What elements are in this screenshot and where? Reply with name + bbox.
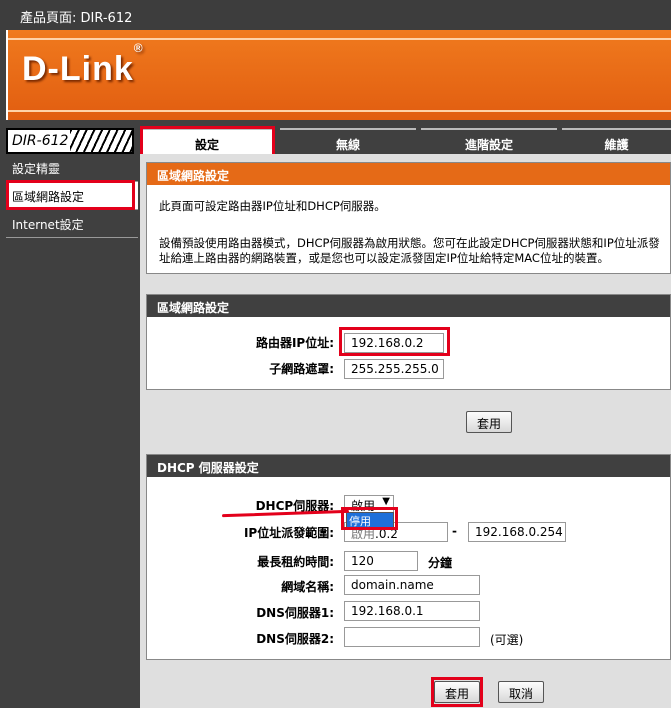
subnet-label: 子網路遮罩: xyxy=(269,362,334,376)
ip-range-end-input[interactable]: 192.168.0.254 xyxy=(468,522,566,542)
lease-unit: 分鐘 xyxy=(428,556,453,570)
domain-name-label: 網域名稱: xyxy=(281,580,334,594)
model-label: DIR-612 xyxy=(6,128,134,154)
dhcp-title: DHCP 伺服器設定 xyxy=(147,455,670,477)
dhcp-server-select[interactable]: 啟用 ▼ xyxy=(344,495,394,513)
content-area: 區域網路設定 此頁面可設定路由器IP位址和DHCP伺服器。 設備預設使用路由器模… xyxy=(140,154,671,708)
top-nav-tabs: 設定 無線 進階設定 維護 xyxy=(140,128,671,154)
tab-maintenance[interactable]: 維護 xyxy=(562,128,671,154)
dns1-input[interactable]: 192.168.0.1 xyxy=(344,601,480,621)
router-ip-input[interactable]: 192.168.0.2 xyxy=(344,333,444,353)
sidebar: 設定精靈 區域網路設定 Internet設定 xyxy=(6,154,138,708)
tab-advanced[interactable]: 進階設定 xyxy=(421,128,557,154)
cancel-button[interactable]: 取消 xyxy=(498,681,544,703)
apply-button[interactable]: 套用 xyxy=(434,681,480,703)
lan-title: 區域網路設定 xyxy=(147,295,670,317)
dhcp-server-dropdown-list: 停用 xyxy=(346,512,394,528)
chevron-down-icon: ▼ xyxy=(382,496,390,507)
product-page-bar: 產品頁面: DIR-612 xyxy=(0,0,671,30)
sidebar-item-lan[interactable]: 區域網路設定 xyxy=(6,182,138,210)
product-page-label: 產品頁面: DIR-612 xyxy=(20,11,133,26)
domain-name-input[interactable]: domain.name xyxy=(344,575,480,595)
dns2-input[interactable] xyxy=(344,627,480,647)
sidebar-item-wizard[interactable]: 設定精靈 xyxy=(6,154,138,182)
lan-apply-button[interactable]: 套用 xyxy=(466,411,512,433)
ip-range-label: IP位址派發範圍: xyxy=(243,526,334,540)
intro-line-2: 設備預設使用路由器模式，DHCP伺服器為啟用狀態。您可在此設定DHCP伺服器狀態… xyxy=(159,236,660,250)
sidebar-item-internet[interactable]: Internet設定 xyxy=(6,210,138,238)
dropdown-option-disable[interactable]: 停用 xyxy=(347,513,393,528)
model-slash-decoration xyxy=(70,130,132,152)
dns2-label: DNS伺服器2: xyxy=(256,632,334,646)
subnet-input[interactable]: 255.255.255.0 xyxy=(344,359,444,379)
dns2-optional-note: (可選) xyxy=(490,633,524,647)
dns1-label: DNS伺服器1: xyxy=(256,606,334,620)
brand-banner: D-Link® xyxy=(6,30,671,120)
lease-time-label: 最長租約時間: xyxy=(257,555,334,569)
intro-line-1: 此頁面可設定路由器IP位址和DHCP伺服器。 xyxy=(159,199,386,213)
banner-stripe xyxy=(8,38,671,40)
intro-title: 區域網路設定 xyxy=(147,163,670,185)
lease-time-input[interactable]: 120 xyxy=(344,551,418,571)
intro-line-3: 址給連上路由器的網路裝置，或是您也可以設定派發固定IP位址給特定MAC位址的裝置… xyxy=(159,251,609,265)
range-separator: - xyxy=(452,524,457,538)
intro-section: 區域網路設定 此頁面可設定路由器IP位址和DHCP伺服器。 設備預設使用路由器模… xyxy=(146,162,671,274)
tab-setup[interactable]: 設定 xyxy=(140,128,274,154)
tab-wireless[interactable]: 無線 xyxy=(280,128,416,154)
banner-stripe xyxy=(8,110,671,112)
router-ip-label: 路由器IP位址: xyxy=(255,336,334,350)
dlink-logo: D-Link® xyxy=(22,40,144,88)
